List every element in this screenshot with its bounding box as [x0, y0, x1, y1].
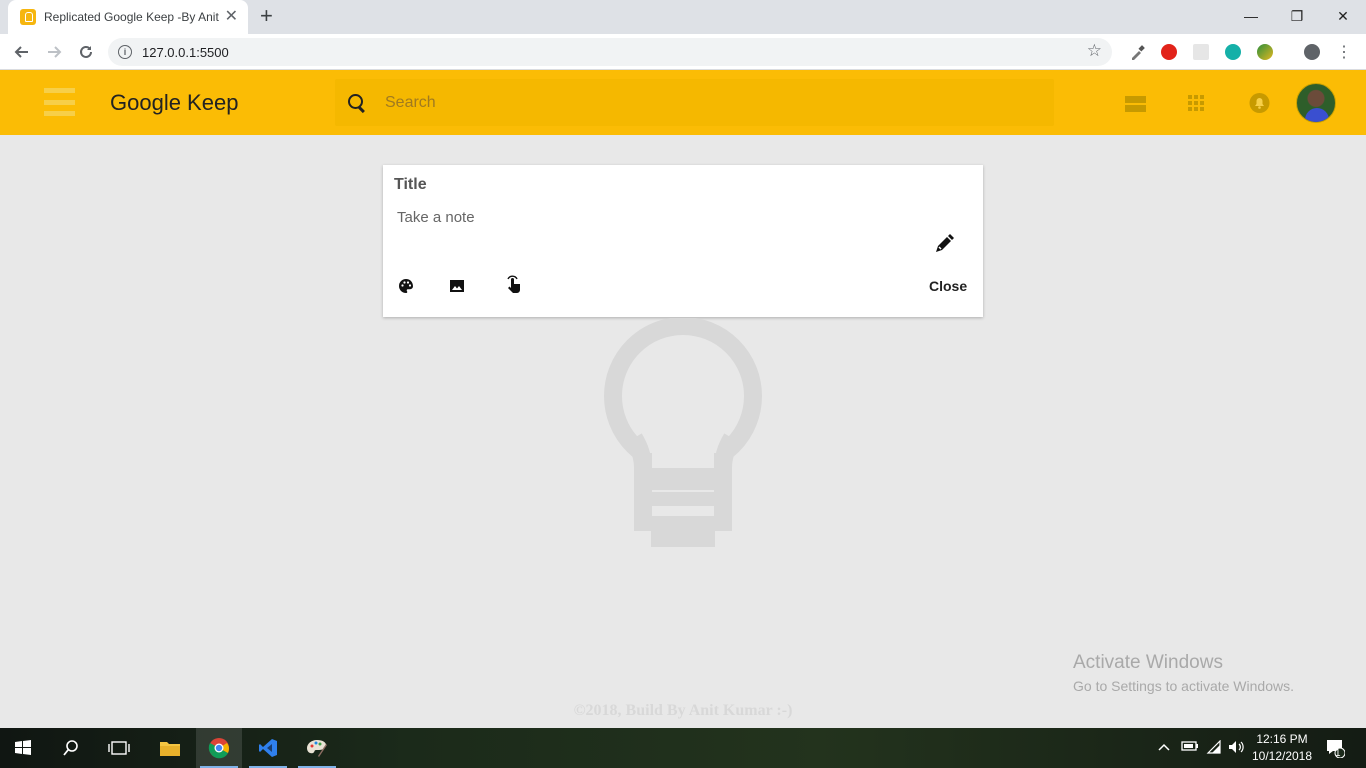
close-button[interactable]: Close [929, 278, 967, 294]
app-title: Google Keep [110, 90, 239, 115]
vscode-taskbar-icon[interactable] [245, 728, 291, 768]
volume-icon[interactable] [1228, 740, 1246, 757]
restore-button[interactable]: ❐ [1274, 0, 1320, 32]
window-close-button[interactable]: ✕ [1320, 0, 1366, 32]
battery-icon[interactable] [1181, 740, 1199, 755]
m-extension-icon[interactable] [1225, 44, 1241, 60]
app-header: Google Keep [0, 70, 1366, 135]
address-url: 127.0.0.1:5500 [142, 44, 229, 60]
note-title-input[interactable] [394, 176, 914, 194]
search-bar[interactable] [335, 79, 1054, 126]
show-hidden-icons-icon[interactable] [1157, 740, 1171, 755]
list-view-icon[interactable] [1125, 96, 1146, 112]
start-button-icon[interactable] [0, 728, 46, 768]
system-clock[interactable]: 12:16 PM 10/12/2018 [1248, 731, 1316, 765]
back-icon[interactable] [10, 40, 34, 64]
blank-extension-icon[interactable] [1193, 44, 1209, 60]
paint-taskbar-icon[interactable] [294, 728, 340, 768]
lightbulb-icon [604, 318, 762, 547]
new-tab-button[interactable]: + [260, 5, 273, 27]
chrome-taskbar-icon[interactable] [196, 728, 242, 768]
windows-taskbar [0, 728, 1366, 768]
user-avatar[interactable] [1296, 83, 1336, 123]
page-footer: ©2018, Build By Anit Kumar :-) [573, 702, 793, 719]
profile-icon[interactable] [1304, 44, 1320, 60]
browser-menu-icon[interactable]: ⋮ [1332, 40, 1356, 64]
browser-tab[interactable]: Replicated Google Keep -By Anit Kumar ✕ [8, 0, 248, 34]
tab-title: Replicated Google Keep -By Anit Kumar [44, 10, 219, 24]
activate-windows-watermark: Activate Windows Go to Settings to activ… [1073, 652, 1294, 694]
minimize-button[interactable]: — [1228, 0, 1274, 32]
pencil-icon[interactable] [933, 233, 955, 255]
clock-time: 12:16 PM [1256, 732, 1308, 746]
search-icon[interactable] [347, 93, 367, 113]
browser-toolbar: i 127.0.0.1:5500 ☆ ⋮ [0, 34, 1366, 70]
file-explorer-icon[interactable] [147, 728, 193, 768]
notifications-icon[interactable] [1249, 92, 1270, 114]
search-input[interactable] [385, 93, 1025, 112]
note-editor: Close [383, 165, 983, 317]
watermark-title: Activate Windows [1073, 652, 1223, 673]
tab-close-icon[interactable]: ✕ [225, 9, 238, 25]
globe-extension-icon[interactable] [1257, 44, 1273, 60]
site-info-icon[interactable]: i [118, 45, 132, 59]
watermark-subtitle: Go to Settings to activate Windows. [1073, 678, 1294, 694]
opera-extension-icon[interactable] [1161, 44, 1177, 60]
keep-favicon-icon [20, 9, 36, 25]
apps-grid-icon[interactable] [1188, 95, 1204, 111]
touch-icon[interactable] [504, 275, 524, 295]
wifi-icon[interactable] [1206, 739, 1222, 757]
taskbar-search-icon[interactable] [48, 728, 94, 768]
bookmark-star-icon[interactable]: ☆ [1087, 41, 1102, 61]
forward-icon[interactable] [42, 40, 66, 64]
browser-tabstrip: Replicated Google Keep -By Anit Kumar ✕ … [0, 0, 1366, 34]
reload-icon[interactable] [74, 40, 98, 64]
image-icon[interactable] [448, 277, 466, 295]
notification-count-badge: 1 [1335, 748, 1341, 759]
clock-date: 10/12/2018 [1251, 749, 1313, 763]
note-body-input[interactable] [397, 209, 897, 226]
address-bar[interactable]: i 127.0.0.1:5500 ☆ [108, 38, 1112, 66]
palette-icon[interactable] [397, 277, 415, 295]
menu-icon[interactable] [44, 88, 75, 116]
eyedropper-extension-icon[interactable] [1130, 44, 1146, 60]
task-view-icon[interactable] [96, 728, 142, 768]
